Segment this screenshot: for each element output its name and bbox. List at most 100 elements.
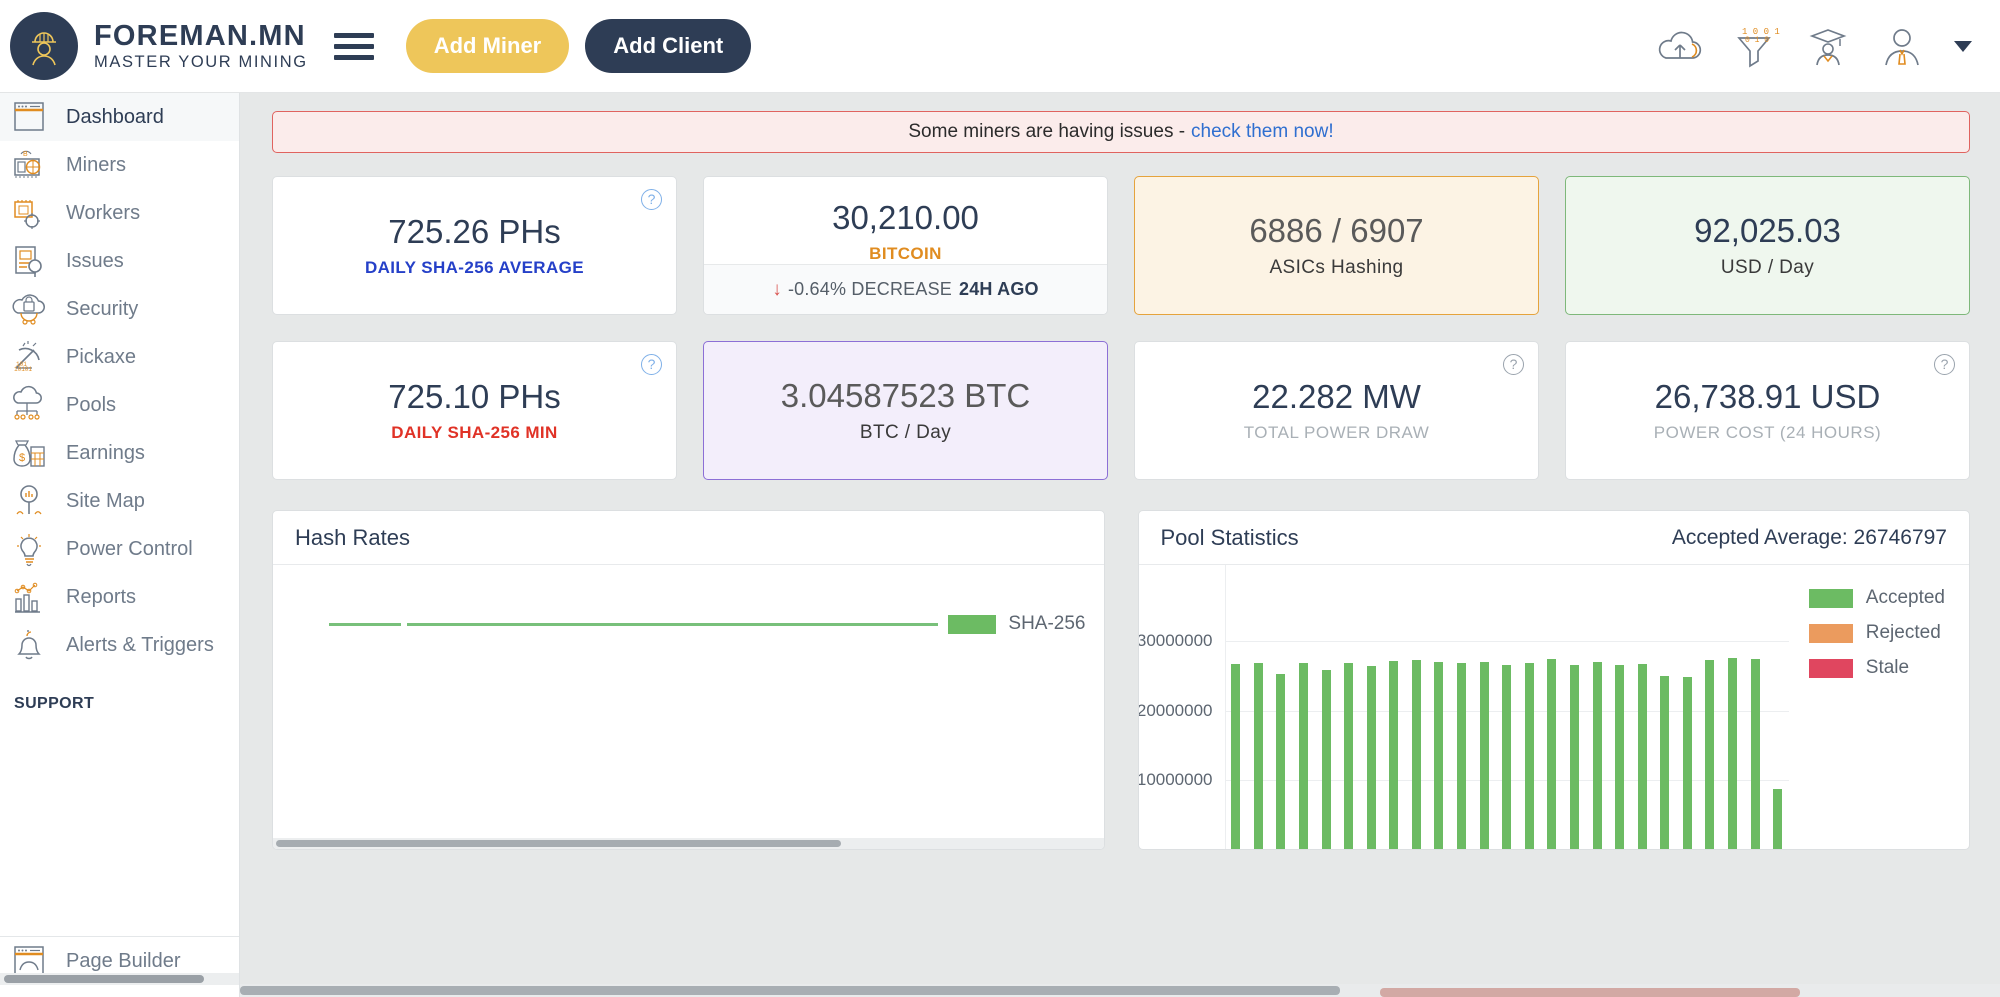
data-funnel-icon[interactable]: 1 0 0 1 0 1 0	[1728, 20, 1780, 72]
graduation-cap-icon[interactable]	[1802, 20, 1854, 72]
stat-caption: USD / Day	[1721, 257, 1814, 279]
bar-slot[interactable]	[1292, 565, 1315, 849]
bar-slot[interactable]	[1676, 565, 1699, 849]
stat-caption: BTC / Day	[860, 422, 951, 444]
sidebar-item-label: Reports	[66, 586, 136, 609]
bar-slot[interactable]	[1699, 565, 1722, 849]
sidebar-item-site-map[interactable]: Site Map	[0, 477, 239, 525]
bar[interactable]	[1322, 670, 1331, 849]
bar-slot[interactable]	[1337, 565, 1360, 849]
bar[interactable]	[1615, 665, 1624, 849]
bar-slot[interactable]	[1744, 565, 1767, 849]
bar[interactable]	[1457, 663, 1466, 849]
sidebar-item-miners[interactable]: BMiners	[0, 141, 239, 189]
bar[interactable]	[1480, 662, 1489, 849]
bar[interactable]	[1547, 659, 1556, 849]
help-icon[interactable]: ?	[1503, 354, 1524, 375]
bar-slot[interactable]	[1225, 565, 1248, 849]
bar[interactable]	[1367, 666, 1376, 849]
svg-text:$: $	[19, 452, 25, 464]
sidebar-item-power-control[interactable]: Power Control	[0, 525, 239, 573]
user-menu-chevron-down-icon[interactable]	[1954, 41, 1972, 52]
bar[interactable]	[1299, 663, 1308, 849]
bar[interactable]	[1593, 662, 1602, 849]
bar-slot[interactable]	[1653, 565, 1676, 849]
bar-slot[interactable]	[1541, 565, 1564, 849]
stat-value: 22.282 MW	[1252, 378, 1421, 416]
help-icon[interactable]: ?	[641, 354, 662, 375]
add-miner-button[interactable]: Add Miner	[406, 19, 570, 73]
bar[interactable]	[1751, 659, 1760, 849]
bar-slot[interactable]	[1360, 565, 1383, 849]
stat-card: ?26,738.91 USDPOWER COST (24 HOURS)	[1565, 341, 1970, 480]
stat-value: 92,025.03	[1694, 212, 1841, 250]
legend-item[interactable]: Accepted	[1809, 587, 1945, 609]
legend-item[interactable]: Rejected	[1809, 622, 1945, 644]
bar[interactable]	[1344, 663, 1353, 849]
sidebar-item-page-builder[interactable]: Page Builder	[0, 936, 240, 985]
hash-rates-plot[interactable]: SHA-256	[273, 565, 1104, 849]
bar-slot[interactable]	[1518, 565, 1541, 849]
legend-item[interactable]: Stale	[1809, 657, 1945, 679]
bar[interactable]	[1502, 665, 1511, 849]
bar-slot[interactable]	[1247, 565, 1270, 849]
bar-slot[interactable]	[1563, 565, 1586, 849]
bar[interactable]	[1525, 663, 1534, 849]
bar[interactable]	[1660, 676, 1669, 849]
brand-logo[interactable]: FOREMAN.MN MASTER YOUR MINING	[10, 12, 308, 80]
hash-rates-panel: Hash Rates SHA-256	[272, 510, 1105, 850]
bar[interactable]	[1570, 665, 1579, 849]
bar-slot[interactable]	[1586, 565, 1609, 849]
bar[interactable]	[1231, 664, 1240, 849]
bar-slot[interactable]	[1495, 565, 1518, 849]
sidebar-item-security[interactable]: Security	[0, 285, 239, 333]
menu-toggle-icon[interactable]	[334, 33, 374, 60]
miner-rig-icon: B	[6, 145, 52, 185]
sidebar-item-pickaxe[interactable]: 10110101Pickaxe	[0, 333, 239, 381]
bar-slot[interactable]	[1428, 565, 1451, 849]
sidebar-item-alerts-triggers[interactable]: Alerts & Triggers	[0, 621, 239, 669]
stat-value: 3.04587523 BTC	[781, 377, 1031, 415]
bar[interactable]	[1683, 677, 1692, 849]
sidebar-item-earnings[interactable]: $Earnings	[0, 429, 239, 477]
sidebar-item-workers[interactable]: Workers	[0, 189, 239, 237]
add-client-button[interactable]: Add Client	[585, 19, 751, 73]
svg-text:B: B	[23, 151, 28, 158]
bar-slot[interactable]	[1383, 565, 1406, 849]
bar[interactable]	[1728, 658, 1737, 849]
cloud-upload-icon[interactable]	[1654, 20, 1706, 72]
bar-slot[interactable]	[1405, 565, 1428, 849]
user-avatar-icon[interactable]	[1876, 20, 1928, 72]
main-horizontal-scrollbar[interactable]	[240, 984, 2000, 997]
bar[interactable]	[1412, 660, 1421, 849]
bar-slot[interactable]	[1608, 565, 1631, 849]
sidebar-item-issues[interactable]: Issues	[0, 237, 239, 285]
alert-link-check-now[interactable]: check them now!	[1191, 121, 1334, 143]
help-icon[interactable]: ?	[1934, 354, 1955, 375]
stat-value: 725.26 PHs	[388, 213, 560, 251]
change-value: -0.64% DECREASE	[788, 279, 952, 300]
document-search-icon	[6, 241, 52, 281]
bar[interactable]	[1773, 789, 1782, 849]
sidebar-scrollbar[interactable]	[0, 973, 240, 985]
bar-slot[interactable]	[1631, 565, 1654, 849]
bar-slot[interactable]	[1721, 565, 1744, 849]
hash-rates-scrollbar[interactable]	[273, 838, 1104, 849]
bar[interactable]	[1638, 664, 1647, 849]
sidebar-item-reports[interactable]: Reports	[0, 573, 239, 621]
bar[interactable]	[1434, 662, 1443, 849]
sidebar-item-dashboard[interactable]: Dashboard	[0, 93, 239, 141]
bar[interactable]	[1389, 661, 1398, 849]
help-icon[interactable]: ?	[641, 189, 662, 210]
bar-slot[interactable]	[1270, 565, 1293, 849]
pickaxe-icon: 10110101	[6, 337, 52, 377]
bar-slot[interactable]	[1766, 565, 1789, 849]
bar-slot[interactable]	[1450, 565, 1473, 849]
bar[interactable]	[1705, 660, 1714, 849]
bar[interactable]	[1276, 674, 1285, 849]
bar[interactable]	[1254, 663, 1263, 849]
bar-slot[interactable]	[1473, 565, 1496, 849]
bar-slot[interactable]	[1315, 565, 1338, 849]
sidebar-item-pools[interactable]: Pools	[0, 381, 239, 429]
pool-statistics-plot[interactable]: 100000002000000030000000 AcceptedRejecte…	[1139, 565, 1970, 849]
